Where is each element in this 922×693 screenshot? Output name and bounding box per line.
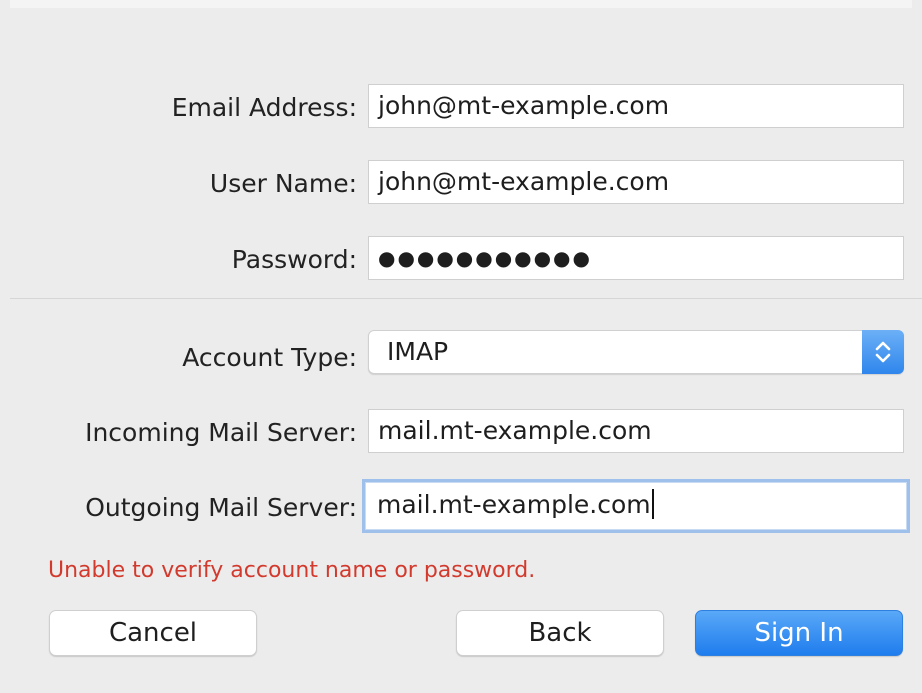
password-label: Password: <box>231 245 357 274</box>
cancel-button[interactable]: Cancel <box>49 610 257 656</box>
sign-in-button[interactable]: Sign In <box>695 610 903 656</box>
outgoing-server-field[interactable]: mail.mt-example.com <box>362 479 910 533</box>
email-address-label: Email Address: <box>171 93 357 122</box>
account-type-select[interactable]: IMAP <box>368 330 904 374</box>
error-message: Unable to verify account name or passwor… <box>48 558 536 583</box>
top-strip <box>10 0 912 8</box>
chevron-updown-svg <box>875 341 891 363</box>
account-type-value: IMAP <box>387 337 449 366</box>
outgoing-server-label: Outgoing Mail Server: <box>85 493 357 522</box>
incoming-server-label: Incoming Mail Server: <box>85 418 357 447</box>
user-name-field[interactable]: john@mt-example.com <box>368 160 904 204</box>
text-caret <box>651 489 654 519</box>
up-down-chevron-icon[interactable] <box>862 330 904 374</box>
incoming-server-field[interactable]: mail.mt-example.com <box>368 409 904 453</box>
outgoing-server-value: mail.mt-example.com <box>377 490 651 519</box>
back-button[interactable]: Back <box>456 610 664 656</box>
section-divider <box>10 298 922 299</box>
account-type-label: Account Type: <box>182 343 357 372</box>
user-name-label: User Name: <box>209 169 357 198</box>
email-address-field[interactable]: john@mt-example.com <box>368 84 904 128</box>
password-field[interactable]: ●●●●●●●●●●● <box>368 236 904 280</box>
